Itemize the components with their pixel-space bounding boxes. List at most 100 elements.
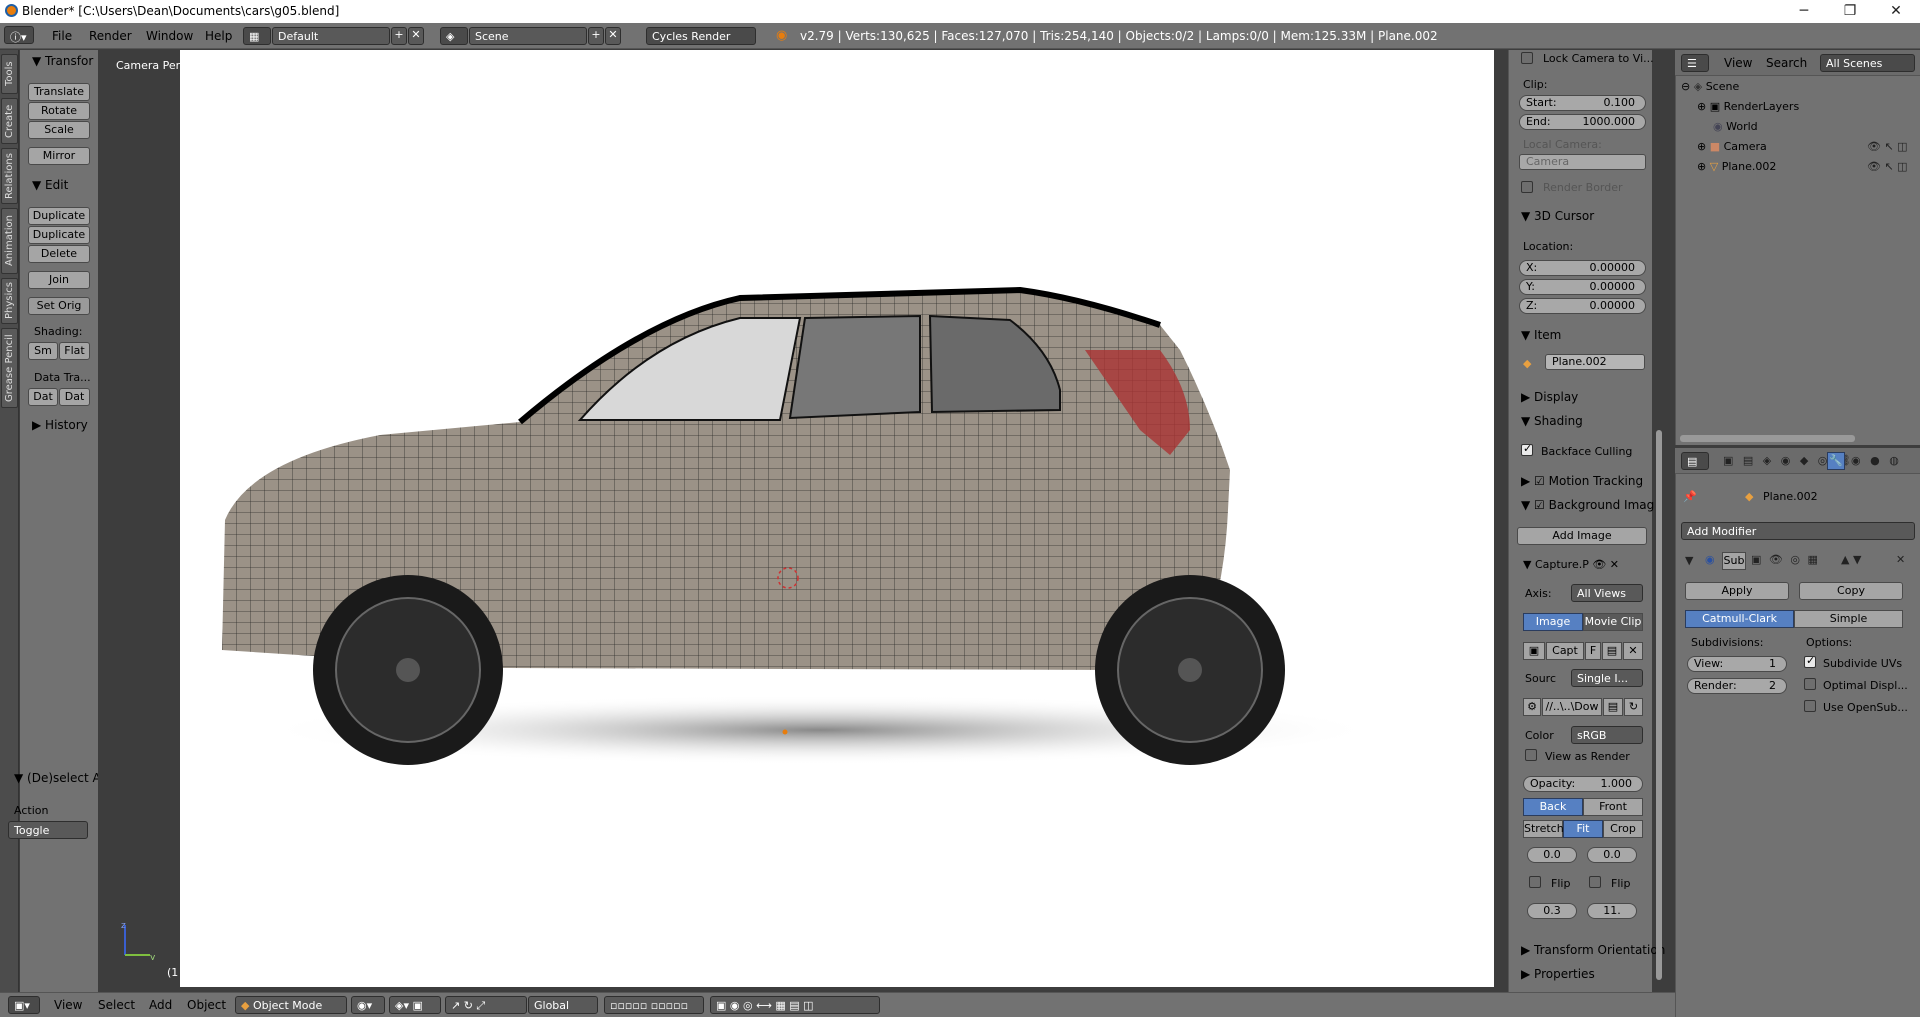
shade-smooth-button[interactable]: Sm	[28, 342, 58, 360]
delete-layout-icon[interactable]: ✕	[408, 27, 424, 45]
close-button[interactable]: ✕	[1873, 0, 1919, 23]
move-up-down-icons[interactable]: ▲ ▼	[1841, 553, 1861, 566]
3d-cursor-header[interactable]: ▼ 3D Cursor	[1521, 209, 1594, 223]
subdivision-view-field[interactable]: View: 1	[1687, 656, 1787, 672]
offset-y-field[interactable]: 0.0	[1587, 847, 1637, 863]
rotate-button[interactable]: Rotate	[28, 102, 90, 120]
bottom-select-menu[interactable]: Select	[98, 998, 135, 1012]
properties-editor-icon[interactable]: ▤	[1681, 452, 1709, 470]
motion-tracking-header[interactable]: ▶ ☑ Motion Tracking	[1521, 474, 1643, 488]
translate-button[interactable]: Translate	[28, 83, 90, 101]
crop-button[interactable]: Crop	[1603, 820, 1643, 838]
source-select[interactable]: Single I...	[1571, 669, 1643, 687]
apply-button[interactable]: Apply	[1685, 582, 1789, 600]
image-unlink-icon[interactable]: ✕	[1623, 642, 1643, 660]
flip-x-checkbox[interactable]	[1529, 876, 1541, 888]
backface-culling-checkbox[interactable]	[1521, 442, 1533, 456]
image-browse-icon[interactable]: ▣	[1523, 642, 1545, 660]
tab-animation[interactable]: Animation	[1, 208, 18, 274]
info-editor-type-icon[interactable]: ⓘ▾	[4, 26, 34, 44]
pivot-point-icon[interactable]: ◈▾ ▣	[389, 996, 441, 1014]
clip-end-field[interactable]: End: 1000.000	[1519, 114, 1646, 130]
subdivide-uvs-checkbox[interactable]	[1804, 654, 1816, 668]
view-as-render-checkbox[interactable]	[1525, 749, 1537, 761]
npanel-scrollbar[interactable]	[1656, 430, 1662, 980]
modifier-name-field[interactable]: Sub	[1722, 552, 1746, 570]
tab-relations[interactable]: Relations	[1, 148, 18, 204]
add-layout-icon[interactable]: +	[391, 27, 407, 45]
layer-buttons[interactable]: ▫▫▫▫▫ ▫▫▫▫▫	[604, 996, 704, 1014]
properties-header[interactable]: ▶ Properties	[1521, 967, 1595, 981]
maximize-button[interactable]: ❐	[1827, 0, 1873, 23]
screen-layout-icon[interactable]: ▦	[243, 27, 271, 45]
axis-select[interactable]: All Views	[1571, 584, 1643, 602]
simple-button[interactable]: Simple	[1794, 610, 1903, 628]
manipulator-icons[interactable]: ↗ ↻ ⤢	[445, 996, 527, 1014]
opacity-field[interactable]: Opacity: 1.000	[1523, 776, 1643, 792]
pin-icon[interactable]: 📌	[1683, 490, 1697, 503]
file-browse-icon[interactable]: ▤	[1603, 698, 1623, 716]
transform-orientation-select[interactable]: Global	[528, 996, 598, 1014]
bottom-view-menu[interactable]: View	[54, 998, 82, 1012]
minimize-button[interactable]: ─	[1781, 0, 1827, 23]
image-open-icon[interactable]: ▤	[1602, 642, 1622, 660]
modifier-tab-wrench-icon[interactable]: 🔧	[1827, 452, 1845, 470]
add-scene-icon[interactable]: +	[588, 27, 604, 45]
tab-grease-pencil[interactable]: Grease Pencil	[1, 328, 18, 408]
deselect-all-header[interactable]: ▼ (De)select Al	[14, 771, 104, 785]
subdivision-render-field[interactable]: Render: 2	[1687, 678, 1787, 694]
image-fake-user-button[interactable]: F	[1585, 642, 1601, 660]
outliner-view-menu[interactable]: View	[1724, 56, 1752, 70]
menu-window[interactable]: Window	[146, 29, 193, 43]
image-path-field[interactable]: //..\..\Dow	[1542, 698, 1602, 716]
cursor-x-field[interactable]: X: 0.00000	[1519, 260, 1646, 276]
outliner-scrollbar[interactable]	[1680, 435, 1855, 442]
cursor-y-field[interactable]: Y: 0.00000	[1519, 279, 1646, 295]
item-header[interactable]: ▼ Item	[1521, 328, 1561, 342]
back-button[interactable]: Back	[1523, 798, 1583, 816]
remove-modifier-icon[interactable]: ✕	[1896, 553, 1905, 566]
add-modifier-select[interactable]: Add Modifier	[1681, 522, 1915, 540]
shade-flat-button[interactable]: Flat	[59, 342, 90, 360]
viewport-shading-icon[interactable]: ◉▾	[351, 996, 385, 1014]
outliner-editor-icon[interactable]: ☰	[1681, 54, 1709, 72]
fit-button[interactable]: Fit	[1563, 820, 1603, 838]
outliner-item-camera[interactable]: ⊕ ■ Camera	[1697, 140, 1767, 153]
interaction-mode-select[interactable]: ◆ Object Mode	[235, 996, 347, 1014]
rotation-field[interactable]: 11.	[1587, 903, 1637, 919]
copy-button[interactable]: Copy	[1799, 582, 1903, 600]
data-layout-button[interactable]: Dat	[59, 388, 90, 406]
mirror-button[interactable]: Mirror	[28, 147, 90, 165]
camera-visibility-icon[interactable]: 👁 ↖ ◫	[1867, 140, 1908, 153]
local-camera-field[interactable]: Camera	[1519, 154, 1646, 170]
display-mode-select[interactable]: All Scenes	[1820, 54, 1915, 72]
bottom-add-menu[interactable]: Add	[149, 998, 172, 1012]
clip-start-field[interactable]: Start: 0.100	[1519, 95, 1646, 111]
outliner-item-world[interactable]: ◉ World	[1713, 120, 1758, 133]
movie-clip-tab[interactable]: Movie Clip	[1583, 613, 1643, 631]
catmull-clark-button[interactable]: Catmull-Clark	[1685, 610, 1794, 628]
action-select[interactable]: Toggle	[8, 821, 88, 839]
front-button[interactable]: Front	[1583, 798, 1643, 816]
tab-create[interactable]: Create	[1, 98, 18, 144]
delete-scene-icon[interactable]: ✕	[605, 27, 621, 45]
image-tab[interactable]: Image	[1523, 613, 1583, 631]
scene-icon[interactable]: ◈	[440, 27, 468, 45]
menu-help[interactable]: Help	[205, 29, 232, 43]
outliner-item-renderlayers[interactable]: ⊕ ▣ RenderLayers	[1697, 100, 1799, 113]
item-name-field[interactable]: Plane.002	[1545, 354, 1645, 370]
set-origin-button[interactable]: Set Orig	[28, 297, 90, 315]
menu-render[interactable]: Render	[89, 29, 132, 43]
menu-file[interactable]: File	[52, 29, 72, 43]
delete-button[interactable]: Delete	[28, 245, 90, 263]
snap-render-icons[interactable]: ▣ ◉ ◎ ⟷ ▦ ▤ ◫	[710, 996, 880, 1014]
outliner-item-plane[interactable]: ⊕ ▽ Plane.002	[1697, 160, 1776, 173]
scene-field[interactable]: Scene	[469, 27, 587, 45]
capture-image-row[interactable]: ▼ Capture.P 👁 ✕	[1523, 558, 1619, 571]
use-opensubdiv-checkbox[interactable]	[1804, 700, 1816, 712]
background-images-header[interactable]: ▼ ☑ Background Imag	[1521, 498, 1654, 512]
reload-icon[interactable]: ↻	[1624, 698, 1643, 716]
3d-view-editor-icon[interactable]: ▣▾	[8, 996, 40, 1014]
outliner-item-scene[interactable]: ⊖ ◈ Scene	[1681, 80, 1739, 93]
color-space-select[interactable]: sRGB	[1571, 726, 1643, 744]
